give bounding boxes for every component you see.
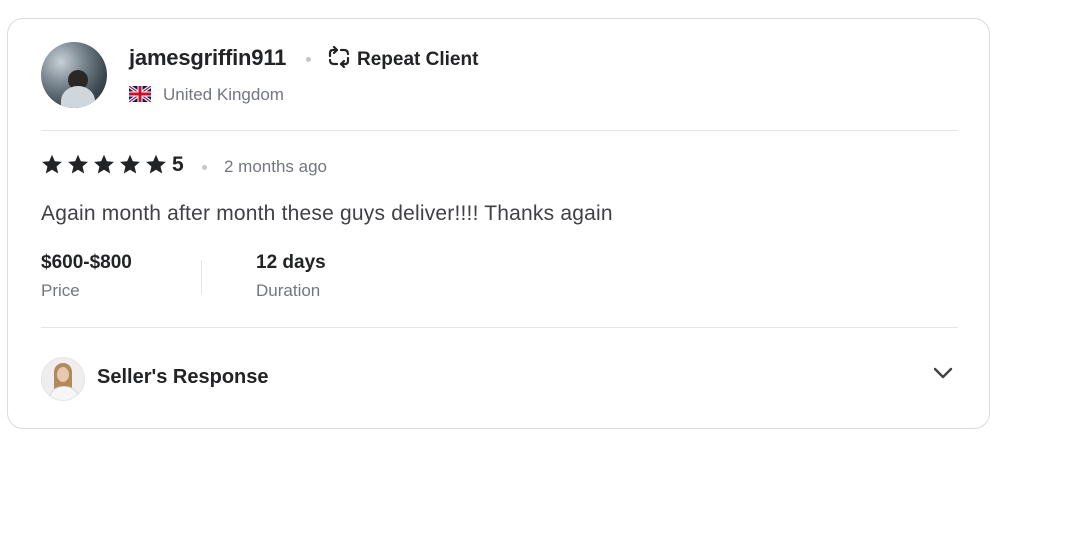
stat-divider: [201, 260, 202, 294]
seller-response-title[interactable]: Seller's Response: [97, 366, 269, 389]
repeat-client-label: Repeat Client: [357, 48, 479, 70]
reviewer-username[interactable]: jamesgriffin911: [129, 45, 286, 71]
uk-flag-icon: [127, 84, 153, 104]
separator-dot: [202, 165, 207, 170]
separator-dot: [306, 57, 311, 62]
seller-avatar-shirt: [50, 386, 78, 400]
star-icon: [93, 154, 115, 180]
reviewer-country: United Kingdom: [163, 85, 284, 104]
star-icon: [119, 154, 141, 180]
star-icon: [41, 154, 63, 180]
review-card: jamesgriffin911 Repeat Client United Kin…: [7, 18, 990, 429]
star-icon: [67, 154, 89, 180]
seller-avatar-face: [57, 367, 69, 382]
review-text: Again month after month these guys deliv…: [41, 202, 613, 225]
chevron-down-icon[interactable]: [932, 362, 954, 389]
rating-value: 5: [172, 153, 184, 176]
price-value: $600-$800: [41, 252, 132, 273]
star-icon: [145, 154, 167, 180]
divider: [41, 327, 958, 328]
repeat-client-icon: [327, 45, 351, 73]
price-label: Price: [41, 281, 80, 300]
star-rating: [41, 154, 167, 180]
reviewer-avatar[interactable]: [41, 42, 107, 108]
duration-label: Duration: [256, 281, 321, 300]
divider: [41, 130, 958, 131]
repeat-client-badge: Repeat Client: [327, 45, 479, 73]
avatar-figure-body: [61, 86, 95, 108]
review-time: 2 months ago: [224, 157, 328, 176]
seller-avatar: [41, 357, 85, 401]
duration-value: 12 days: [256, 252, 326, 273]
